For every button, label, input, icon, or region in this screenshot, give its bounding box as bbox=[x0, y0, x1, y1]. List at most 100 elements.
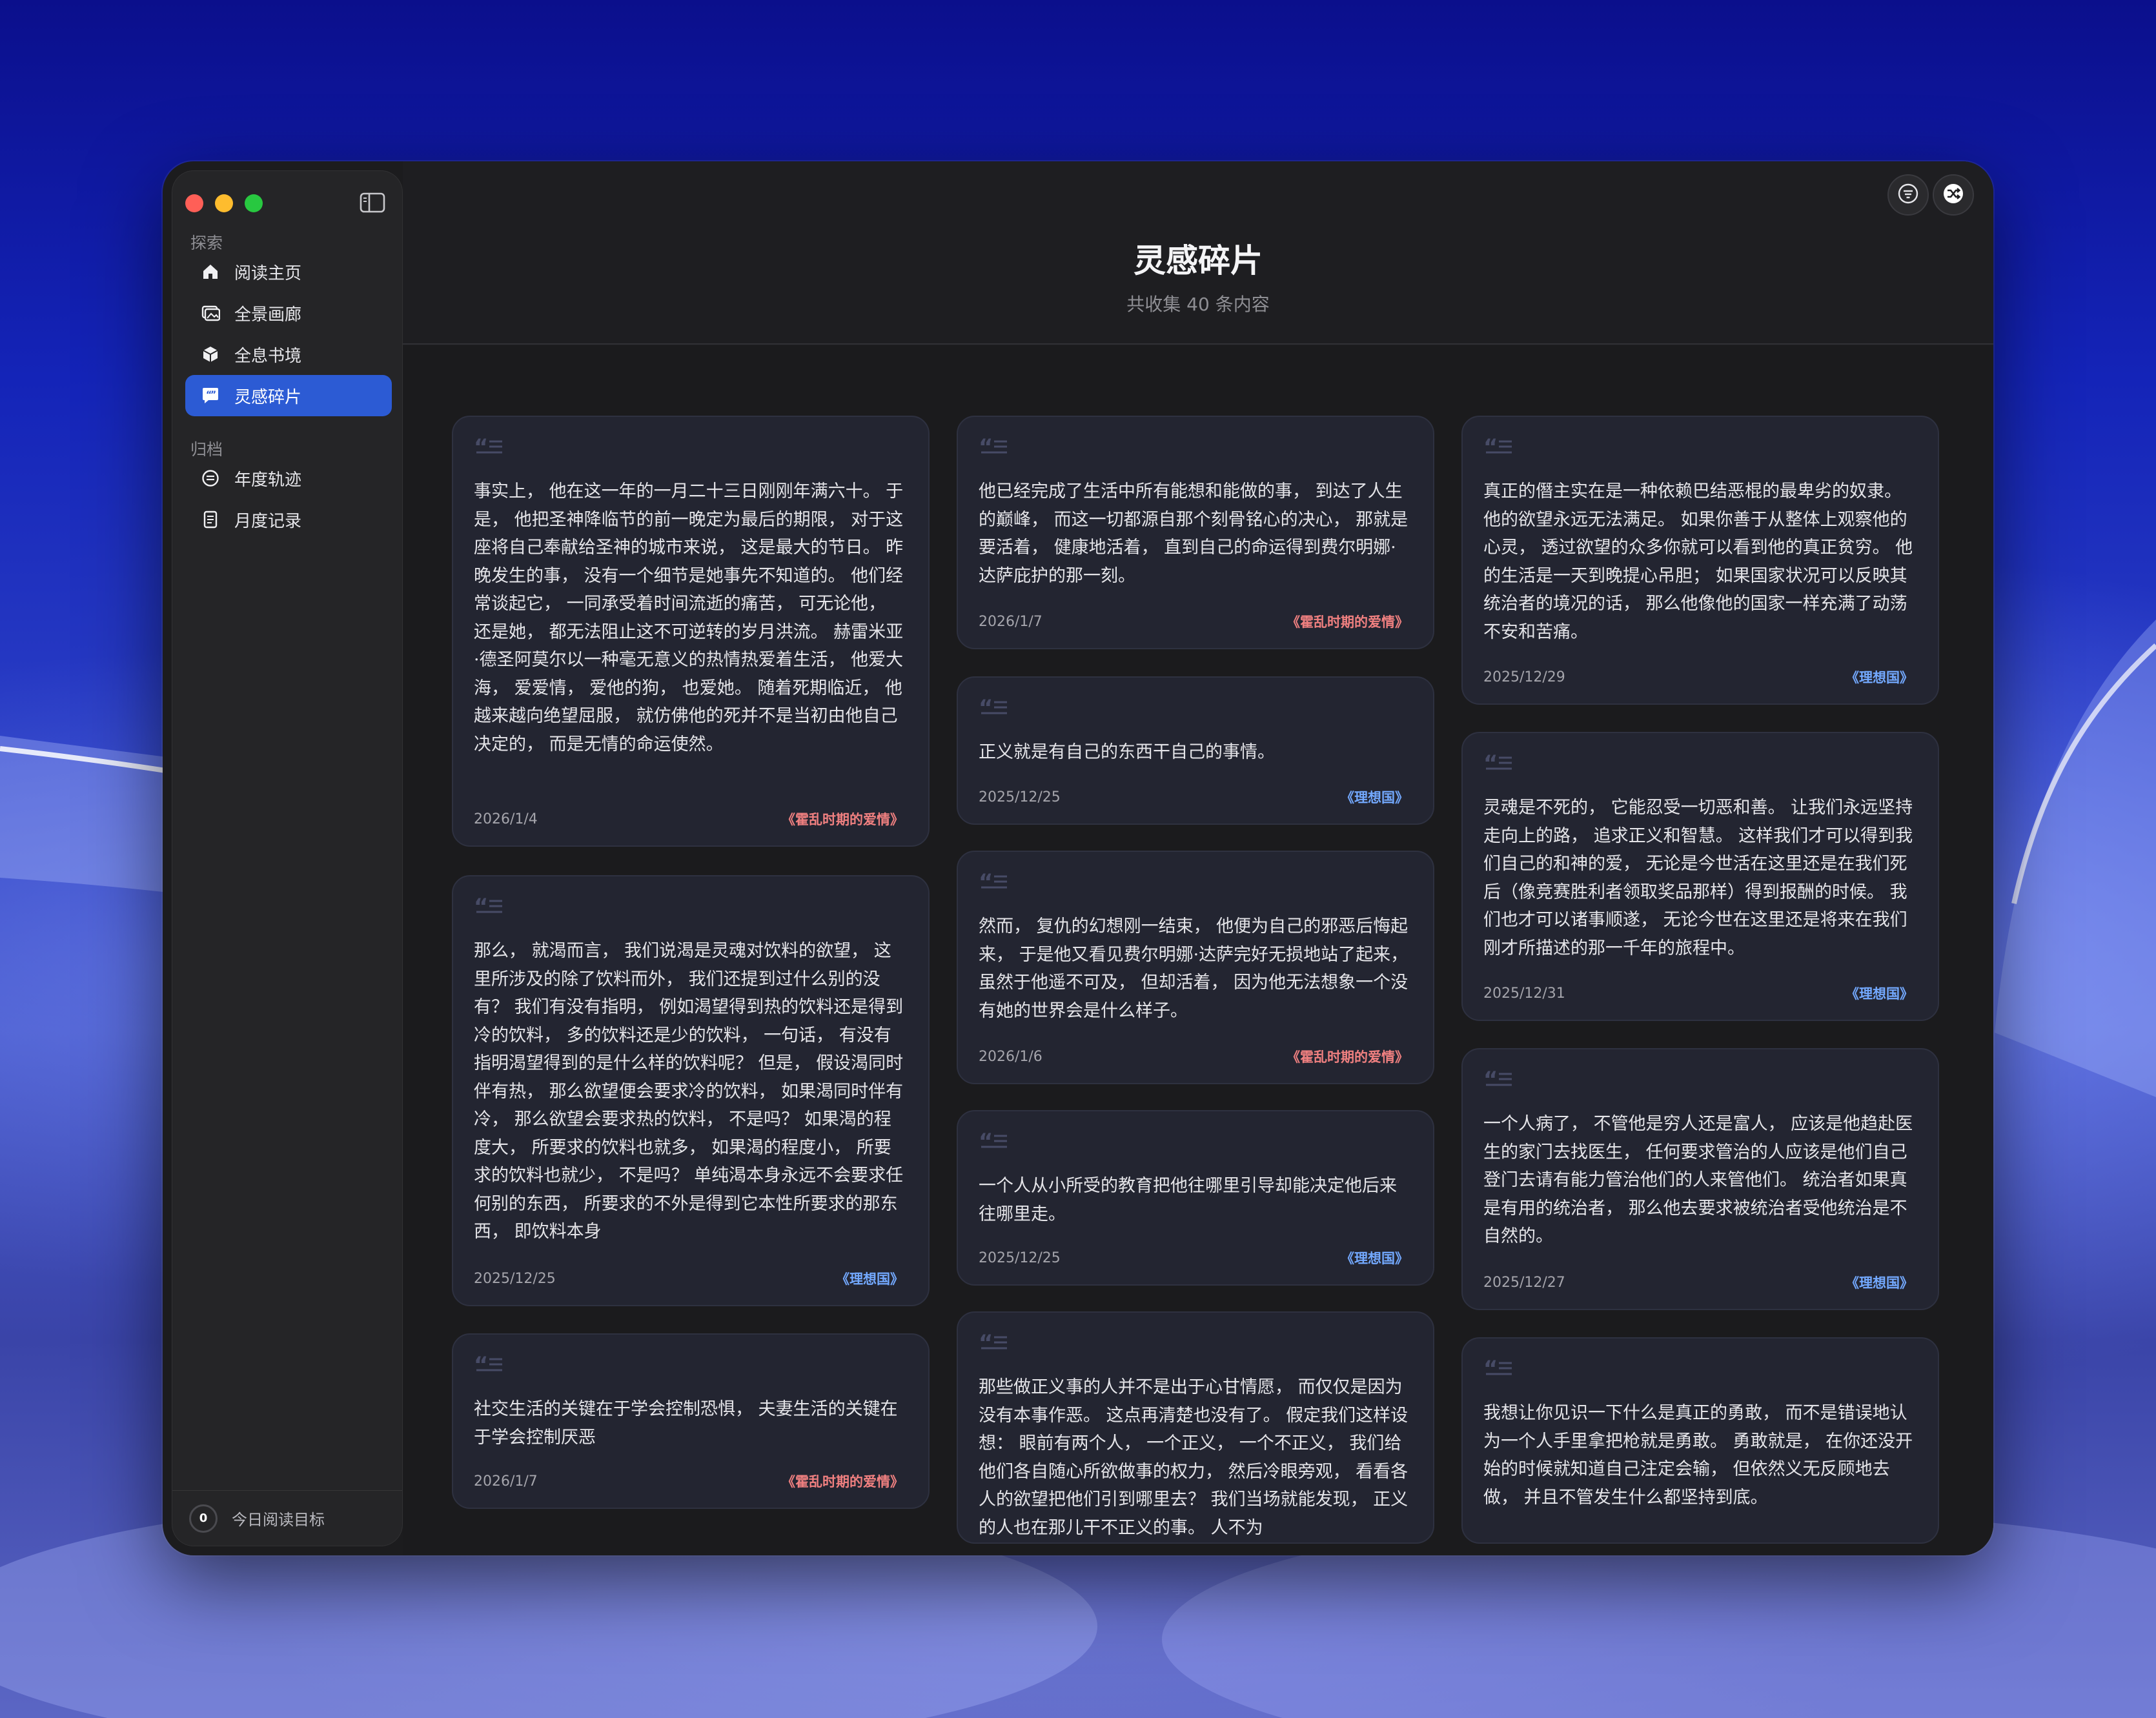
quote-date: 2025/12/29 bbox=[1483, 669, 1565, 685]
sidebar: 探索 阅读主页 全景画廊 全息书境 “” 灵感碎片 归档 年度轨迹 月度记录 0 bbox=[172, 170, 403, 1546]
quote-date: 2025/12/25 bbox=[979, 789, 1061, 805]
sidebar-item-label: 灵感碎片 bbox=[234, 387, 302, 407]
page-title: 灵感碎片 bbox=[1134, 242, 1263, 279]
quote-card[interactable]: “ 那些做正义事的人并不是出于心甘情愿， 而仅仅是因为没有本事作恶。 这点再清楚也… bbox=[957, 1311, 1434, 1544]
quote-text: 他已经完成了生活中所有能想和能做的事， 到达了人生的巅峰， 而这一切都源自那个刻… bbox=[979, 481, 1409, 586]
sidebar-item-holo[interactable]: 全息书境 bbox=[185, 334, 392, 375]
filter-button[interactable] bbox=[1887, 174, 1929, 216]
sidebar-item-label: 月度记录 bbox=[234, 511, 302, 531]
quote-date: 2025/12/31 bbox=[1483, 985, 1565, 1002]
quote-bubble-icon: “” bbox=[199, 385, 221, 407]
card-footer: 2025/12/31 《理想国》 bbox=[1483, 984, 1913, 1003]
shuffle-icon bbox=[1942, 182, 1965, 208]
quote-text: 我想让你见识一下什么是真正的勇敢， 而不是错误地认为一个人手里拿把枪就是勇敢。 … bbox=[1483, 1403, 1913, 1508]
quote-card[interactable]: “ 一个人病了， 不管他是穷人还是富人， 应该是他趋赴医生的家门去找医生， 任何要… bbox=[1461, 1048, 1939, 1310]
quote-source-link[interactable]: 《霍乱时期的爱情》 bbox=[1286, 1047, 1409, 1066]
quote-source-link[interactable]: 《理想国》 bbox=[836, 1269, 904, 1288]
zoom-window-button[interactable] bbox=[245, 194, 263, 212]
quote-icon: “ bbox=[1483, 751, 1513, 776]
quote-text: 那些做正义事的人并不是出于心甘情愿， 而仅仅是因为没有本事作恶。 这点再清楚也没… bbox=[979, 1377, 1409, 1538]
cards-grid: “ 事实上， 他在这一年的一月二十三日刚刚年满六十。 于是， 他把圣神降临节的前一… bbox=[403, 346, 1993, 1555]
quote-card[interactable]: “ 他已经完成了生活中所有能想和能做的事， 到达了人生的巅峰， 而这一切都源自那个… bbox=[957, 416, 1434, 649]
page-header: 灵感碎片 共收集 40 条内容 bbox=[403, 161, 1993, 345]
quote-icon: “ bbox=[1483, 1356, 1513, 1382]
quote-date: 2025/12/27 bbox=[1483, 1274, 1565, 1291]
quote-source-link[interactable]: 《理想国》 bbox=[1846, 667, 1913, 687]
page-subtitle: 共收集 40 条内容 bbox=[1126, 294, 1270, 315]
quote-card[interactable]: “ 灵魂是不死的， 它能忍受一切恶和善。 让我们永远坚持走向上的路， 追求正义和智… bbox=[1461, 732, 1939, 1021]
sidebar-item-yearly[interactable]: 年度轨迹 bbox=[185, 458, 392, 499]
sidebar-item-label: 全景画廊 bbox=[234, 305, 302, 325]
quote-source-link[interactable]: 《理想国》 bbox=[1341, 787, 1409, 807]
svg-text:“: “ bbox=[474, 894, 488, 918]
svg-text:“: “ bbox=[1483, 751, 1498, 774]
window-controls bbox=[185, 194, 263, 212]
quote-card[interactable]: “ 社交生活的关键在于学会控制恐惧， 夫妻生活的关键在于学会控制厌恶 2026/1/… bbox=[452, 1333, 930, 1509]
quote-source-link[interactable]: 《理想国》 bbox=[1846, 984, 1913, 1003]
quote-card[interactable]: “ 然而， 复仇的幻想刚一结束， 他便为自己的邪恶后悔起来， 于是他又看见费尔明娜… bbox=[957, 851, 1434, 1084]
quote-icon: “ bbox=[1483, 434, 1513, 460]
sidebar-item-label: 阅读主页 bbox=[234, 263, 302, 283]
quote-text: 那么， 就渴而言， 我们说渴是灵魂对饮料的欲望， 这里所涉及的除了饮料而外， 我… bbox=[474, 941, 904, 1242]
reading-goal[interactable]: 0 今日阅读目标 bbox=[172, 1490, 402, 1546]
quote-icon: “ bbox=[979, 1330, 1008, 1356]
quote-source-link[interactable]: 《霍乱时期的爱情》 bbox=[1286, 612, 1409, 631]
quote-date: 2025/12/25 bbox=[979, 1249, 1061, 1266]
card-footer: 2026/1/7 《霍乱时期的爱情》 bbox=[979, 612, 1409, 631]
quote-icon: “ bbox=[474, 1352, 503, 1378]
quote-text: 一个人病了， 不管他是穷人还是富人， 应该是他趋赴医生的家门去找医生， 任何要求… bbox=[1483, 1114, 1913, 1246]
quote-source-link[interactable]: 《理想国》 bbox=[1341, 1248, 1409, 1268]
quote-source-link[interactable]: 《霍乱时期的爱情》 bbox=[782, 809, 904, 829]
cube-icon bbox=[199, 343, 221, 365]
svg-text:“: “ bbox=[474, 1353, 488, 1376]
sidebar-item-home[interactable]: 阅读主页 bbox=[185, 251, 392, 292]
card-footer: 2025/12/25 《理想国》 bbox=[474, 1269, 904, 1288]
shuffle-button[interactable] bbox=[1933, 174, 1974, 216]
card-footer: 2026/1/4 《霍乱时期的爱情》 bbox=[474, 809, 904, 829]
quote-icon: “ bbox=[979, 434, 1008, 460]
quote-card[interactable]: “ 一个人从小所受的教育把他往哪里引导却能决定他后来往哪里走。 2025/12/25… bbox=[957, 1110, 1434, 1286]
document-icon bbox=[199, 509, 221, 531]
quote-card[interactable]: “ 那么， 就渴而言， 我们说渴是灵魂对饮料的欲望， 这里所涉及的除了饮料而外， … bbox=[452, 875, 930, 1306]
quote-date: 2026/1/7 bbox=[474, 1473, 538, 1490]
sidebar-item-label: 全息书境 bbox=[234, 346, 302, 366]
quote-card[interactable]: “ 我想让你见识一下什么是真正的勇敢， 而不是错误地认为一个人手里拿把枪就是勇敢。… bbox=[1461, 1337, 1939, 1544]
quote-source-link[interactable]: 《霍乱时期的爱情》 bbox=[782, 1471, 904, 1491]
minimize-window-button[interactable] bbox=[215, 194, 233, 212]
sidebar-item-label: 年度轨迹 bbox=[234, 470, 302, 490]
sidebar-item-gallery[interactable]: 全景画廊 bbox=[185, 292, 392, 334]
app-window: 探索 阅读主页 全景画廊 全息书境 “” 灵感碎片 归档 年度轨迹 月度记录 0 bbox=[163, 161, 1993, 1555]
goal-progress-ring: 0 bbox=[189, 1504, 218, 1533]
close-window-button[interactable] bbox=[185, 194, 203, 212]
sidebar-item-monthly[interactable]: 月度记录 bbox=[185, 499, 392, 540]
sidebar-toggle-icon[interactable] bbox=[360, 192, 385, 214]
svg-text:”: ” bbox=[210, 390, 216, 400]
quote-date: 2026/1/7 bbox=[979, 613, 1042, 630]
svg-text:“: “ bbox=[979, 696, 993, 719]
svg-text:“: “ bbox=[1483, 435, 1498, 458]
card-footer: 2026/1/6 《霍乱时期的爱情》 bbox=[979, 1047, 1409, 1066]
card-footer: 2025/12/27 《理想国》 bbox=[1483, 1273, 1913, 1292]
filter-icon bbox=[1897, 182, 1920, 208]
gallery-icon bbox=[199, 302, 221, 324]
card-footer: 2025/12/25 《理想国》 bbox=[979, 787, 1409, 807]
quote-text: 一个人从小所受的教育把他往哪里引导却能决定他后来往哪里走。 bbox=[979, 1176, 1397, 1224]
quote-source-link[interactable]: 《理想国》 bbox=[1846, 1273, 1913, 1292]
quote-icon: “ bbox=[979, 695, 1008, 721]
section-label-archive: 归档 bbox=[190, 440, 223, 459]
calendar-circle-icon bbox=[199, 467, 221, 489]
card-footer: 2026/1/7 《霍乱时期的爱情》 bbox=[474, 1471, 904, 1491]
svg-text:“: “ bbox=[979, 1129, 993, 1153]
svg-text:“: “ bbox=[979, 435, 993, 458]
quote-card[interactable]: “ 正义就是有自己的东西干自己的事情。 2025/12/25 《理想国》 bbox=[957, 676, 1434, 825]
quote-text: 正义就是有自己的东西干自己的事情。 bbox=[979, 742, 1275, 762]
svg-text:“: “ bbox=[1483, 1357, 1498, 1380]
quote-text: 社交生活的关键在于学会控制恐惧， 夫妻生活的关键在于学会控制厌恶 bbox=[474, 1399, 898, 1448]
quote-card[interactable]: “ 事实上， 他在这一年的一月二十三日刚刚年满六十。 于是， 他把圣神降临节的前一… bbox=[452, 416, 930, 847]
quote-icon: “ bbox=[474, 434, 503, 460]
quote-card[interactable]: “ 真正的僭主实在是一种依赖巴结恶棍的最卑劣的奴隶。 他的欲望永远无法满足。 如果… bbox=[1461, 416, 1939, 705]
card-footer: 2025/12/25 《理想国》 bbox=[979, 1248, 1409, 1268]
quote-text: 事实上， 他在这一年的一月二十三日刚刚年满六十。 于是， 他把圣神降临节的前一晚… bbox=[474, 481, 904, 754]
sidebar-item-inspiration[interactable]: “” 灵感碎片 bbox=[185, 375, 392, 416]
quote-date: 2026/1/6 bbox=[979, 1048, 1042, 1065]
